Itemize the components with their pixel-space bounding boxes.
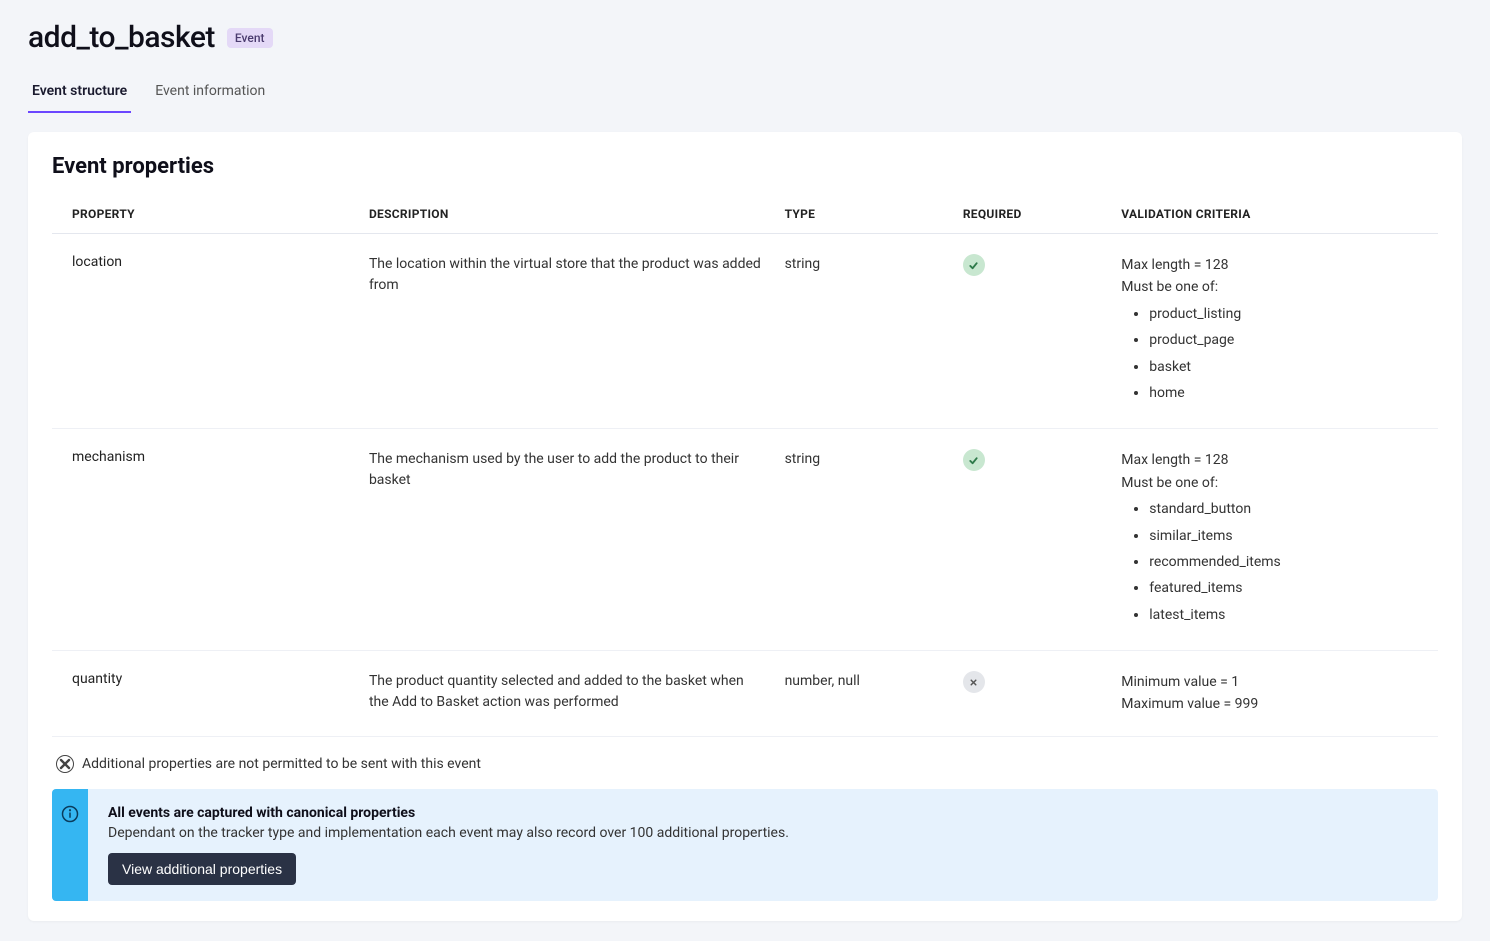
validation-line: Maximum value = 999 [1121, 693, 1418, 715]
property-description: The location within the virtual store th… [369, 254, 765, 296]
cross-icon [963, 671, 985, 693]
tab-event-information[interactable]: Event information [151, 73, 269, 113]
property-type: number, null [785, 671, 943, 692]
validation-list-item: product_page [1149, 329, 1418, 351]
check-icon [963, 254, 985, 276]
info-icon [61, 805, 79, 823]
validation-line: Max length = 128 [1121, 449, 1418, 471]
validation-line: Must be one of: [1121, 276, 1418, 298]
validation-list-item: basket [1149, 356, 1418, 378]
info-text: Dependant on the tracker type and implem… [108, 825, 1418, 841]
validation-line: Must be one of: [1121, 472, 1418, 494]
section-title: Event properties [52, 154, 1438, 179]
view-additional-properties-button[interactable]: View additional properties [108, 853, 296, 885]
check-icon [963, 449, 985, 471]
col-type: TYPE [785, 207, 943, 221]
page-header: add_to_basket Event [28, 20, 1462, 55]
info-body: All events are captured with canonical p… [88, 789, 1438, 901]
property-validation: Max length = 128Must be one of: standard_… [1121, 449, 1418, 630]
col-description: DESCRIPTION [369, 207, 765, 221]
property-validation: Minimum value = 1Maximum value = 999 [1121, 671, 1418, 716]
property-description: The product quantity selected and added … [369, 671, 765, 713]
property-type: string [785, 449, 943, 470]
validation-list: product_listing product_pagebasket home [1121, 303, 1418, 405]
tab-event-structure[interactable]: Event structure [28, 73, 131, 113]
additional-properties-note: Additional properties are not permitted … [52, 737, 1438, 789]
tabs: Event structure Event information [28, 73, 1462, 114]
info-title: All events are captured with canonical p… [108, 805, 1418, 821]
col-property: PROPERTY [72, 207, 349, 221]
validation-list-item: recommended_items [1149, 551, 1418, 573]
page-title: add_to_basket [28, 20, 215, 55]
col-validation: VALIDATION CRITERIA [1121, 207, 1418, 221]
table-header: PROPERTY DESCRIPTION TYPE REQUIRED VALID… [52, 197, 1438, 234]
validation-list-item: similar_items [1149, 525, 1418, 547]
col-required: REQUIRED [963, 207, 1101, 221]
property-name: location [72, 254, 349, 270]
property-required [963, 449, 1101, 471]
info-banner: All events are captured with canonical p… [52, 789, 1438, 901]
validation-list-item: latest_items [1149, 604, 1418, 626]
event-badge: Event [227, 28, 273, 48]
validation-line: Minimum value = 1 [1121, 671, 1418, 693]
validation-list-item: featured_items [1149, 577, 1418, 599]
validation-list: standard_button similar_items recommended_… [1121, 498, 1418, 626]
property-name: mechanism [72, 449, 349, 465]
property-validation: Max length = 128Must be one of: product_l… [1121, 254, 1418, 408]
property-description: The mechanism used by the user to add th… [369, 449, 765, 491]
properties-table: PROPERTY DESCRIPTION TYPE REQUIRED VALID… [52, 197, 1438, 737]
property-type: string [785, 254, 943, 275]
table-row: mechanism The mechanism used by the user … [52, 429, 1438, 651]
property-required [963, 254, 1101, 276]
property-required [963, 671, 1101, 693]
validation-list-item: standard_button [1149, 498, 1418, 520]
validation-line: Max length = 128 [1121, 254, 1418, 276]
table-row: location The location within the virtual … [52, 234, 1438, 429]
additional-properties-text: Additional properties are not permitted … [82, 756, 481, 772]
validation-list-item: product_listing [1149, 303, 1418, 325]
property-name: quantity [72, 671, 349, 687]
event-properties-card: Event properties PROPERTY DESCRIPTION TY… [28, 132, 1462, 921]
not-permitted-icon [56, 755, 74, 773]
info-bar [52, 789, 88, 901]
validation-list-item: home [1149, 382, 1418, 404]
table-row: quantity The product quantity selected an… [52, 651, 1438, 737]
